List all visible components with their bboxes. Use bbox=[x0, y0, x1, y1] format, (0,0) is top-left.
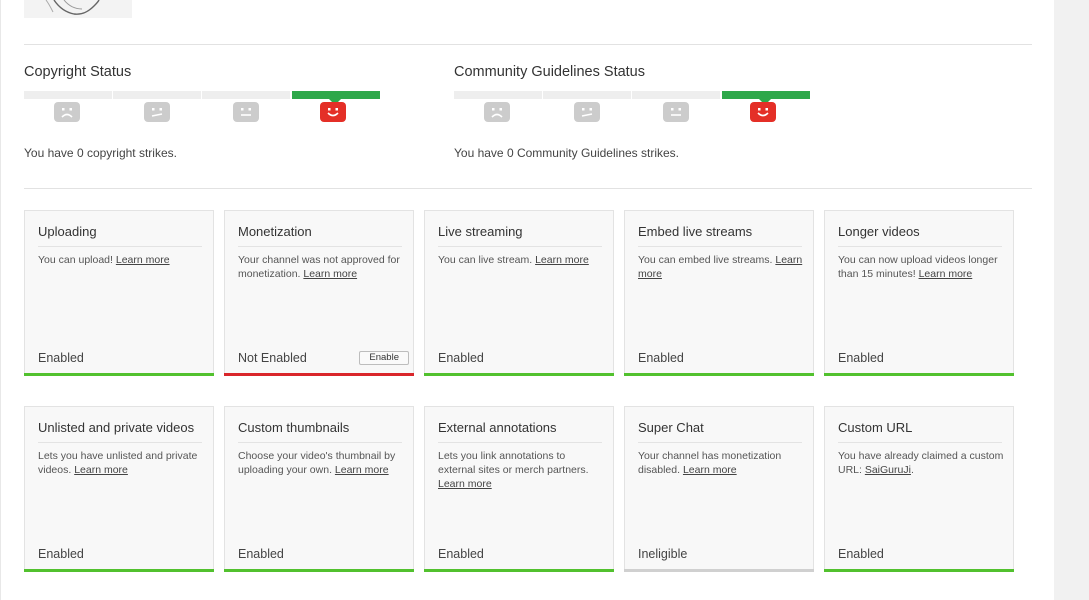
middle-divider bbox=[24, 188, 1032, 189]
learn-more-link[interactable]: Learn more bbox=[438, 478, 492, 490]
feature-status-bar bbox=[224, 569, 414, 572]
feature-card-description: Your channel was not approved for moneti… bbox=[238, 254, 400, 280]
feature-card-uploading: Uploading You can upload! Learn more Ena… bbox=[24, 210, 214, 376]
enable-monetization-button[interactable]: Enable bbox=[359, 351, 409, 365]
feature-card-description: You can embed live streams. Learn more bbox=[638, 254, 803, 280]
strike-segment bbox=[543, 91, 631, 99]
learn-more-link[interactable]: Learn more bbox=[303, 268, 357, 280]
feature-card-description: You have already claimed a custom URL: S… bbox=[838, 450, 1004, 476]
neutral-face-icon bbox=[663, 102, 689, 122]
feature-card-title: Uploading bbox=[38, 224, 202, 247]
feature-card-description: Your channel has monetization disabled. … bbox=[638, 450, 782, 476]
feature-card-description: You can now upload videos longer than 15… bbox=[838, 254, 998, 280]
feature-card-description: You can upload! Learn more bbox=[38, 254, 170, 266]
page-right-gutter bbox=[1054, 0, 1089, 600]
feature-status-bar bbox=[24, 569, 214, 572]
feature-card-status: Ineligible bbox=[638, 547, 688, 561]
strike-segment bbox=[632, 91, 720, 99]
feature-card-status: Enabled bbox=[38, 351, 84, 365]
custom-url-link[interactable]: SaiGuruJi bbox=[865, 464, 911, 476]
feature-card-description: Lets you link annotations to external si… bbox=[438, 450, 589, 490]
feature-card-description: You can live stream. Learn more bbox=[438, 254, 589, 266]
feature-status-bar bbox=[224, 373, 414, 376]
feature-status-bar bbox=[624, 373, 814, 376]
smile-face-icon bbox=[320, 102, 346, 122]
feature-card-embed-live-streams: Embed live streams You can embed live st… bbox=[624, 210, 814, 376]
meh-face-icon bbox=[574, 102, 600, 122]
feature-card-status: Enabled bbox=[438, 351, 484, 365]
feature-card-monetization: Monetization Your channel was not approv… bbox=[224, 210, 414, 376]
feature-card-description: Choose your video's thumbnail by uploadi… bbox=[238, 450, 396, 476]
community-guidelines-status-title: Community Guidelines Status bbox=[454, 64, 645, 80]
copyright-status-title: Copyright Status bbox=[24, 64, 132, 80]
feature-card-super-chat: Super Chat Your channel has monetization… bbox=[624, 406, 814, 572]
copyright-strike-meter bbox=[24, 91, 404, 122]
feature-card-custom-url: Custom URL You have already claimed a cu… bbox=[824, 406, 1014, 572]
feature-card-status: Enabled bbox=[238, 547, 284, 561]
feature-card-title: Unlisted and private videos bbox=[38, 420, 202, 443]
feature-card-status: Enabled bbox=[838, 351, 884, 365]
copyright-status-section: Copyright Status You have 0 copyright st… bbox=[24, 62, 404, 160]
meh-face-icon bbox=[144, 102, 170, 122]
page-left-border bbox=[0, 0, 1, 600]
learn-more-link[interactable]: Learn more bbox=[116, 254, 170, 266]
strike-segment bbox=[24, 91, 112, 99]
feature-card-status: Enabled bbox=[38, 547, 84, 561]
sad-face-icon bbox=[484, 102, 510, 122]
feature-card-title: Custom URL bbox=[838, 420, 1002, 443]
feature-card-status: Enabled bbox=[638, 351, 684, 365]
feature-status-bar bbox=[824, 569, 1014, 572]
feature-card-title: Monetization bbox=[238, 224, 402, 247]
learn-more-link[interactable]: Learn more bbox=[683, 464, 737, 476]
feature-card-title: Custom thumbnails bbox=[238, 420, 402, 443]
strike-segment-current bbox=[292, 91, 380, 105]
feature-status-bar bbox=[624, 569, 814, 572]
feature-card-title: Longer videos bbox=[838, 224, 1002, 247]
top-divider bbox=[24, 44, 1032, 45]
strike-segment bbox=[202, 91, 290, 99]
feature-card-status: Enabled bbox=[438, 547, 484, 561]
community-guidelines-strike-meter bbox=[454, 91, 834, 122]
learn-more-link[interactable]: Learn more bbox=[74, 464, 128, 476]
community-guidelines-status-section: Community Guidelines Status You have 0 C… bbox=[454, 62, 834, 160]
feature-status-bar bbox=[424, 373, 614, 376]
feature-status-bar bbox=[24, 373, 214, 376]
feature-card-description: Lets you have unlisted and private video… bbox=[38, 450, 198, 476]
feature-card-live-streaming: Live streaming You can live stream. Lear… bbox=[424, 210, 614, 376]
feature-status-bar bbox=[424, 569, 614, 572]
strike-segment bbox=[113, 91, 201, 99]
feature-card-external-annotations: External annotations Lets you link annot… bbox=[424, 406, 614, 572]
feature-card-title: External annotations bbox=[438, 420, 602, 443]
smile-face-icon bbox=[750, 102, 776, 122]
channel-avatar bbox=[24, 0, 132, 18]
feature-card-custom-thumbnails: Custom thumbnails Choose your video's th… bbox=[224, 406, 414, 572]
feature-card-title: Super Chat bbox=[638, 420, 802, 443]
feature-card-title: Live streaming bbox=[438, 224, 602, 247]
feature-card-longer-videos: Longer videos You can now upload videos … bbox=[824, 210, 1014, 376]
feature-card-status: Not Enabled bbox=[238, 351, 307, 365]
feature-card-unlisted-private-videos: Unlisted and private videos Lets you hav… bbox=[24, 406, 214, 572]
feature-status-bar bbox=[824, 373, 1014, 376]
strike-segment-current bbox=[722, 91, 810, 105]
neutral-face-icon bbox=[233, 102, 259, 122]
feature-card-status: Enabled bbox=[838, 547, 884, 561]
learn-more-link[interactable]: Learn more bbox=[335, 464, 389, 476]
community-guidelines-strike-count: You have 0 Community Guidelines strikes. bbox=[454, 146, 679, 160]
copyright-strike-count: You have 0 copyright strikes. bbox=[24, 146, 177, 160]
learn-more-link[interactable]: Learn more bbox=[919, 268, 973, 280]
learn-more-link[interactable]: Learn more bbox=[535, 254, 589, 266]
strike-segment bbox=[454, 91, 542, 99]
sad-face-icon bbox=[54, 102, 80, 122]
feature-card-title: Embed live streams bbox=[638, 224, 802, 247]
